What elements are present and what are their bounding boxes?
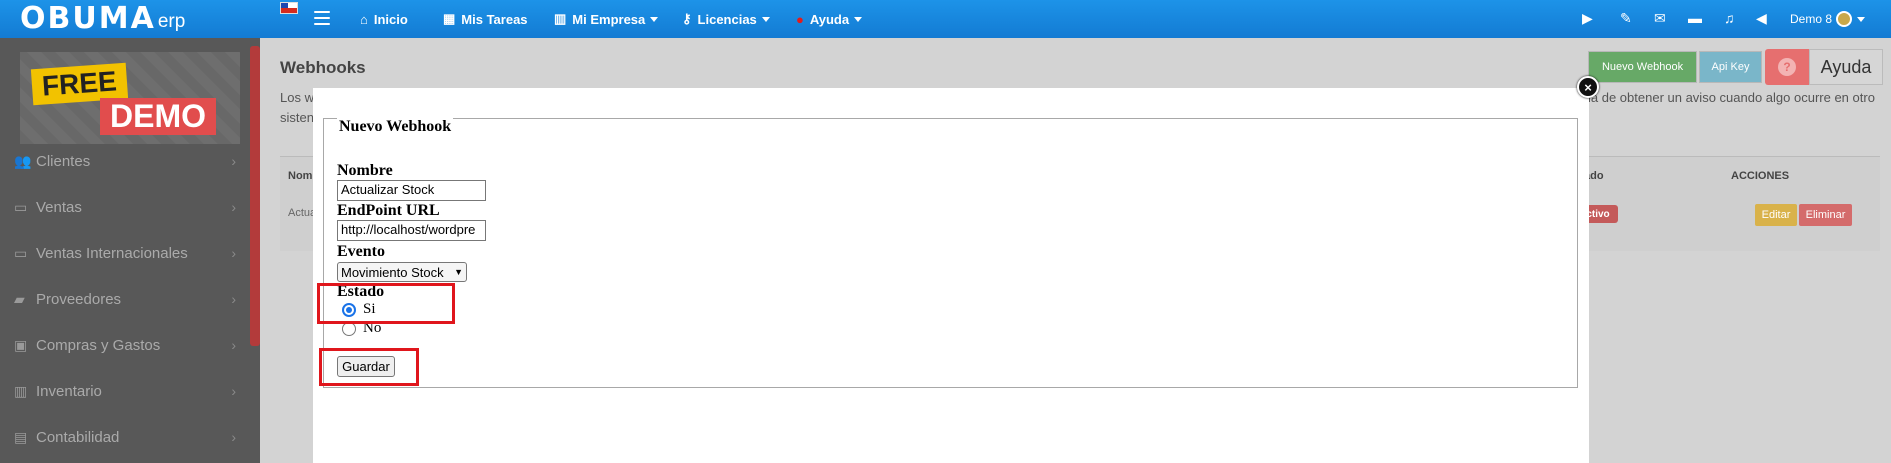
state-no-radio[interactable] <box>342 322 356 336</box>
name-input[interactable]: Actualizar Stock <box>337 180 486 201</box>
caret-down-icon <box>1857 16 1866 22</box>
sidebar-item-compras-y-gastos[interactable]: ▣ Compras y Gastos › <box>14 330 246 360</box>
table-cell-name: Actua <box>288 207 317 219</box>
sidebar-item-label: Ventas Internacionales <box>36 244 188 262</box>
home-icon: ⌂ <box>360 11 368 27</box>
sidebar-item-ventas-internacionales[interactable]: ▭ Ventas Internacionales › <box>14 238 246 268</box>
free-demo-banner: FREE DEMO <box>20 52 240 144</box>
money-icon: ▭ <box>14 198 28 215</box>
event-select[interactable]: Movimiento Stock ▼ <box>337 262 467 282</box>
truck-icon: ▰ <box>14 290 25 307</box>
sidebar-item-label: Inventario <box>36 382 102 400</box>
highlight-box-state <box>317 283 455 324</box>
caret-down-icon <box>650 16 659 22</box>
event-label: Evento <box>337 243 385 260</box>
logo[interactable]: OBUMA erp <box>20 4 185 34</box>
users-icon: 👥 <box>14 152 32 169</box>
sidebar-scrollbar[interactable] <box>250 46 260 346</box>
building-icon: ▥ <box>554 11 567 26</box>
folder-icon[interactable]: ▬ <box>1688 10 1702 26</box>
event-select-value: Movimiento Stock <box>341 264 444 280</box>
money-icon: ▭ <box>14 244 28 261</box>
chile-flag-icon[interactable] <box>280 2 298 14</box>
logo-text: OBUMA <box>20 1 156 36</box>
nav-licencias-label: Licencias <box>697 11 757 27</box>
user-menu[interactable]: Demo 8 <box>1790 0 1866 38</box>
help-question-button[interactable]: ? <box>1765 49 1809 85</box>
highlight-box-save <box>319 348 419 386</box>
nav-mis-tareas-label: Mis Tareas <box>461 11 528 27</box>
sidebar-item-ventas[interactable]: ▭ Ventas › <box>14 192 246 222</box>
caret-down-icon <box>854 16 863 22</box>
nav-inicio-label: Inicio <box>373 11 408 27</box>
url-label: EndPoint URL <box>337 202 440 219</box>
bell-icon[interactable]: ♫ <box>1724 10 1735 26</box>
help-icon: ● <box>796 11 804 27</box>
nav-inicio[interactable]: ⌂ Inicio <box>360 0 408 38</box>
chevron-right-icon: › <box>231 337 236 353</box>
nav-mis-tareas[interactable]: ▦ Mis Tareas <box>443 0 528 38</box>
sidebar-item-clientes[interactable]: 👥 Clientes › <box>14 146 246 176</box>
caret-down-icon <box>761 16 770 22</box>
chevron-right-icon: › <box>231 291 236 307</box>
sidebar-item-label: Ventas <box>36 198 82 216</box>
new-webhook-button[interactable]: Nuevo Webhook <box>1588 51 1697 83</box>
top-navbar: OBUMA erp ⌂ Inicio ▦ Mis Tareas ▥ Mi Emp… <box>0 0 1891 38</box>
avatar <box>1836 11 1853 27</box>
sidebar-item-label: Compras y Gastos <box>36 336 161 354</box>
sidebar-item-inventario[interactable]: ▥ Inventario › <box>14 376 246 406</box>
youtube-icon[interactable]: ▶ <box>1582 10 1593 27</box>
sidebar-item-proveedores[interactable]: ▰ Proveedores › <box>14 284 246 314</box>
name-label: Nombre <box>337 162 393 179</box>
user-name: Demo 8 <box>1790 12 1833 26</box>
logo-suffix: erp <box>157 11 186 32</box>
chevron-down-icon: ▼ <box>454 267 463 277</box>
page-description-line2: sisten <box>280 110 314 125</box>
question-icon: ? <box>1778 58 1796 76</box>
sidebar-item-contabilidad[interactable]: ▤ Contabilidad › <box>14 422 246 452</box>
chevron-right-icon: › <box>231 199 236 215</box>
nav-ayuda[interactable]: ● Ayuda <box>796 0 863 38</box>
api-key-button[interactable]: Api Key <box>1699 51 1762 83</box>
chevron-right-icon: › <box>231 383 236 399</box>
table-header-actions: ACCIONES <box>1731 170 1790 182</box>
chevron-right-icon: › <box>231 245 236 261</box>
webhook-form <box>323 118 1578 388</box>
nav-ayuda-label: Ayuda <box>809 11 850 27</box>
calendar-icon: ▦ <box>443 11 456 26</box>
form-legend: Nuevo Webhook <box>337 118 454 136</box>
megaphone-icon[interactable]: ◀ <box>1756 10 1767 27</box>
money-icon: ▣ <box>14 336 28 353</box>
sidebar-item-label: Proveedores <box>36 290 122 308</box>
sidebar-item-label: Clientes <box>36 152 91 170</box>
endpoint-url-input[interactable]: http://localhost/wordpre <box>337 220 486 241</box>
chevron-right-icon: › <box>231 429 236 445</box>
page-title: Webhooks <box>280 58 366 77</box>
hamburger-menu-icon[interactable] <box>314 11 330 25</box>
chevron-right-icon: › <box>231 153 236 169</box>
key-icon: ⚷ <box>682 11 692 26</box>
barcode-icon: ▥ <box>14 382 28 399</box>
sidebar-item-label: Contabilidad <box>36 428 120 446</box>
book-icon: ▤ <box>14 428 28 445</box>
nav-licencias[interactable]: ⚷ Licencias <box>682 0 770 38</box>
page-description: Los w <box>280 90 314 105</box>
delete-button[interactable]: Eliminar <box>1799 204 1852 226</box>
edit-icon[interactable]: ✎ <box>1620 10 1632 27</box>
close-icon[interactable]: × <box>1577 76 1599 98</box>
edit-button[interactable]: Editar <box>1755 204 1797 226</box>
nav-mi-empresa[interactable]: ▥ Mi Empresa <box>554 0 659 38</box>
nav-mi-empresa-label: Mi Empresa <box>572 11 646 27</box>
table-header-name: Nom <box>288 170 313 182</box>
help-button[interactable]: Ayuda <box>1809 49 1883 85</box>
page-description-right: ia de obtener un aviso cuando algo ocurr… <box>1588 90 1875 105</box>
mail-icon[interactable]: ✉ <box>1654 10 1666 27</box>
banner-demo-text: DEMO <box>100 98 216 135</box>
